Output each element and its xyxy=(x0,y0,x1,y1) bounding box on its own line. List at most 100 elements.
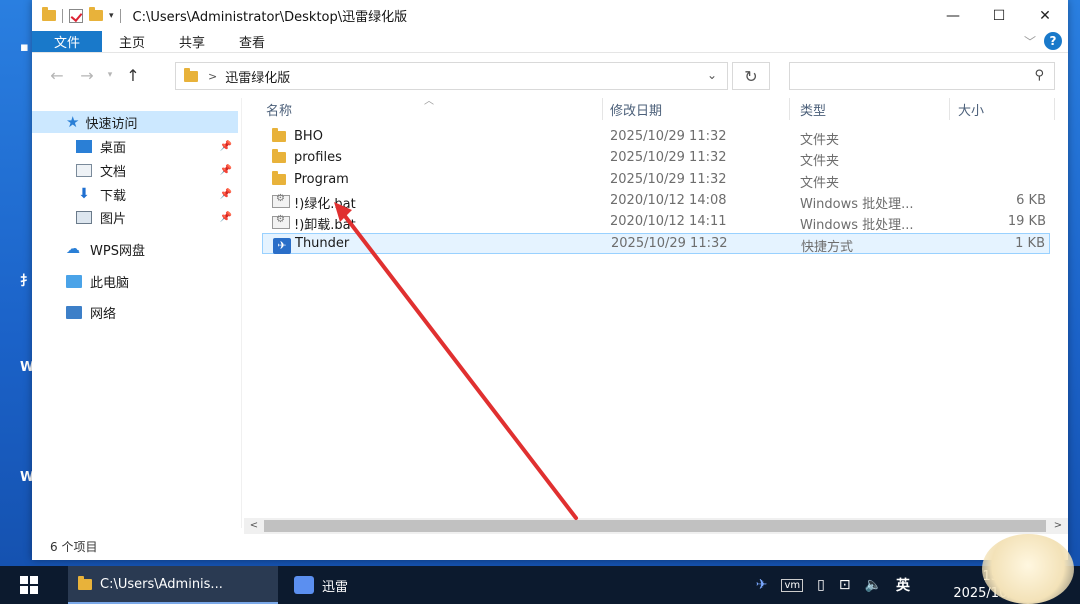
file-name: !)绿化.bat xyxy=(294,197,356,212)
file-date: 2025/10/29 11:32 xyxy=(610,150,727,165)
cloud-icon: ☁ xyxy=(66,240,80,257)
column-header-name[interactable]: 名称 xyxy=(266,98,292,120)
taskbar-explorer[interactable]: C:\Users\Adminis... xyxy=(68,566,278,604)
file-size: 1 KB xyxy=(1015,236,1045,251)
documents-icon xyxy=(76,163,92,177)
scroll-left-icon[interactable]: < xyxy=(246,518,262,534)
computer-icon xyxy=(66,274,82,288)
address-row: ← → ▾ ↑ > 迅雷绿化版 ⌄ ↻ ⚲ xyxy=(32,53,1068,97)
batch-file-icon xyxy=(272,214,290,233)
maximize-button[interactable]: ☐ xyxy=(976,0,1022,31)
pin-icon[interactable]: 📌 xyxy=(220,189,232,200)
folder-icon xyxy=(184,67,198,82)
explorer-window: ▾ C:\Users\Administrator\Desktop\迅雷绿化版 —… xyxy=(32,0,1068,560)
address-bar[interactable]: > 迅雷绿化版 ⌄ xyxy=(175,62,728,90)
vm-tray-icon[interactable]: vm xyxy=(781,578,804,592)
pin-icon[interactable]: 📌 xyxy=(220,212,232,223)
sort-ascending-icon: ︿ xyxy=(424,96,434,107)
column-header-date[interactable]: 修改日期 xyxy=(610,98,662,120)
thunder-tray-icon[interactable]: ✈ xyxy=(756,577,768,593)
thunder-icon xyxy=(294,576,314,594)
table-row[interactable]: BHO 2025/10/29 11:32 文件夹 xyxy=(262,127,1050,148)
quick-access-toolbar: ▾ xyxy=(32,7,121,23)
nav-item-desktop[interactable]: 桌面 📌 xyxy=(32,135,238,157)
file-type: 文件夹 xyxy=(800,133,840,148)
forward-arrow-icon[interactable]: → xyxy=(72,66,102,85)
refresh-button[interactable]: ↻ xyxy=(732,62,770,90)
file-size: 6 KB xyxy=(1016,193,1046,208)
nav-item-pictures[interactable]: 图片 📌 xyxy=(32,206,238,228)
file-name: profiles xyxy=(294,150,342,165)
file-type: Windows 批处理... xyxy=(800,218,914,233)
customize-toolbar-icon[interactable]: ▾ xyxy=(109,11,114,21)
nav-label: 网络 xyxy=(90,306,117,322)
nav-item-downloads[interactable]: ⬇ 下载 📌 xyxy=(32,183,238,205)
breadcrumb[interactable]: 迅雷绿化版 xyxy=(225,67,290,86)
download-icon: ⬇ xyxy=(78,185,90,202)
tab-view[interactable]: 查看 xyxy=(222,31,282,52)
ime-indicator[interactable]: 英 xyxy=(896,575,910,595)
expand-ribbon-icon[interactable]: ﹀ xyxy=(1024,33,1036,50)
file-date: 2025/10/29 11:32 xyxy=(611,236,728,251)
scroll-right-icon[interactable]: > xyxy=(1050,518,1066,534)
folder-icon xyxy=(272,171,286,189)
taskbar-thunder[interactable]: 迅雷 xyxy=(284,566,394,604)
file-type: 文件夹 xyxy=(800,154,840,169)
address-dropdown-icon[interactable]: ⌄ xyxy=(707,68,717,82)
scrollbar-thumb[interactable] xyxy=(264,520,1046,532)
file-type: 快捷方式 xyxy=(801,240,854,255)
table-row[interactable]: !)卸载.bat 2020/10/12 14:11 Windows 批处理...… xyxy=(262,212,1050,233)
column-divider[interactable] xyxy=(789,98,790,120)
windows-logo-icon xyxy=(20,576,38,594)
folder-icon[interactable] xyxy=(42,7,56,21)
search-input[interactable]: ⚲ xyxy=(789,62,1055,90)
nav-item-wps[interactable]: ☁ WPS网盘 xyxy=(32,238,238,260)
network-tray-icon[interactable]: ⊡ xyxy=(839,577,851,593)
column-header-size[interactable]: 大小 xyxy=(958,98,984,120)
minimize-button[interactable]: — xyxy=(930,0,976,31)
star-icon: ★ xyxy=(66,113,80,131)
properties-icon[interactable] xyxy=(69,8,83,23)
desktop-icon xyxy=(76,139,92,153)
tab-file[interactable]: 文件 xyxy=(32,31,103,52)
file-list: ︿ 名称 修改日期 类型 大小 BHO 2025/10/29 11:32 文件夹… xyxy=(244,96,1068,528)
column-divider[interactable] xyxy=(602,98,603,120)
nav-item-this-pc[interactable]: 此电脑 xyxy=(32,270,238,292)
breadcrumb-chevron-icon[interactable]: > xyxy=(208,70,217,83)
pictures-icon xyxy=(76,210,92,224)
table-row[interactable]: Program 2025/10/29 11:32 文件夹 xyxy=(262,170,1050,191)
status-item-count: 6 个项目 xyxy=(50,540,98,554)
usb-icon[interactable]: ▯ xyxy=(817,577,825,593)
back-arrow-icon[interactable]: ← xyxy=(42,66,72,85)
column-divider[interactable] xyxy=(949,98,950,120)
table-row[interactable]: !)绿化.bat 2020/10/12 14:08 Windows 批处理...… xyxy=(262,191,1050,212)
ribbon-tabs: 文件 主页 共享 查看 ﹀ ? xyxy=(32,31,1068,53)
nav-item-documents[interactable]: 文档 📌 xyxy=(32,159,238,181)
table-row-selected[interactable]: ✈ Thunder 2025/10/29 11:32 快捷方式 1 KB xyxy=(262,233,1050,255)
horizontal-scrollbar[interactable]: < > xyxy=(244,518,1068,534)
pin-icon[interactable]: 📌 xyxy=(220,141,232,152)
recent-locations-icon[interactable]: ▾ xyxy=(102,70,118,80)
close-button[interactable]: ✕ xyxy=(1022,0,1068,31)
nav-quick-access[interactable]: ★ 快速访问 xyxy=(32,111,238,133)
folder-icon xyxy=(272,128,286,146)
tab-home[interactable]: 主页 xyxy=(102,31,162,52)
file-date: 2020/10/12 14:11 xyxy=(610,214,727,229)
new-folder-icon[interactable] xyxy=(89,7,103,21)
column-divider[interactable] xyxy=(1054,98,1055,120)
nav-label: 图片 xyxy=(100,211,127,227)
file-date: 2025/10/29 11:32 xyxy=(610,129,727,144)
tab-share[interactable]: 共享 xyxy=(162,31,222,52)
pin-icon[interactable]: 📌 xyxy=(220,165,232,176)
file-date: 2025/10/29 11:32 xyxy=(610,172,727,187)
start-button[interactable] xyxy=(0,566,58,604)
folder-icon xyxy=(78,575,92,590)
up-arrow-icon[interactable]: ↑ xyxy=(118,66,148,85)
help-icon[interactable]: ? xyxy=(1044,32,1062,50)
volume-icon[interactable]: 🔈 xyxy=(865,577,882,593)
nav-item-network[interactable]: 网络 xyxy=(32,301,238,323)
table-row[interactable]: profiles 2025/10/29 11:32 文件夹 xyxy=(262,148,1050,169)
folder-icon xyxy=(272,149,286,167)
column-header-type[interactable]: 类型 xyxy=(800,98,826,120)
nav-label: 此电脑 xyxy=(90,275,130,291)
